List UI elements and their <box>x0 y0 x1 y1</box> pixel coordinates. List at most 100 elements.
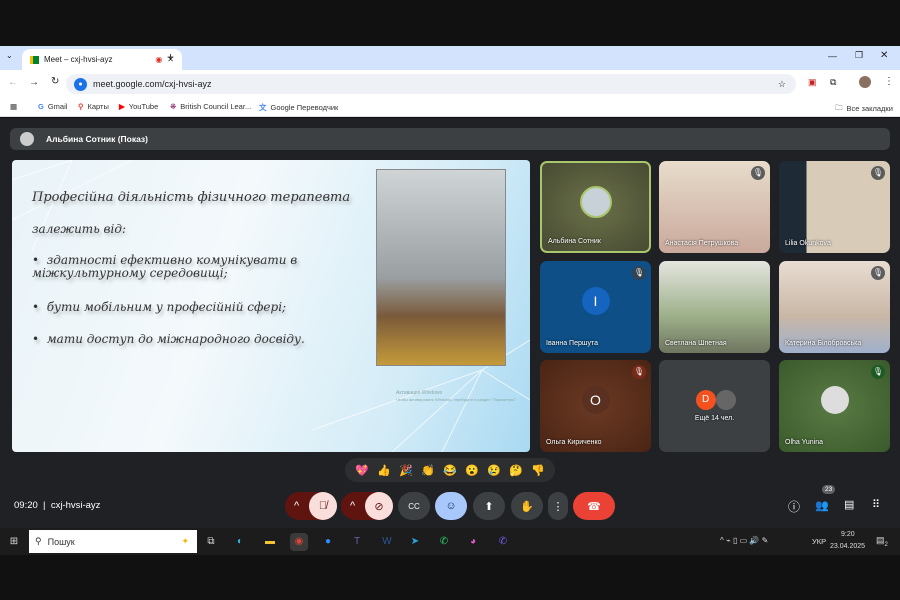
avatar: І <box>581 287 610 316</box>
apps-grid-icon[interactable]: ▦ <box>10 102 17 111</box>
more-participants-tile[interactable]: D Ещё 14 чел. <box>659 360 770 452</box>
extensions-puzzle-icon[interactable]: ⧉ <box>830 77 836 88</box>
reactions-button[interactable]: ☺ <box>435 492 467 520</box>
captions-button[interactable]: CC <box>398 492 430 520</box>
mic-toggle-button[interactable]: 🎙̸ <box>309 492 337 520</box>
mic-off-icon: 🎙 <box>871 365 885 379</box>
bookmark-google-translate[interactable]: 文 Google Переводчик <box>259 102 338 113</box>
reaction-heart[interactable]: 💖 <box>355 464 369 477</box>
avatar <box>820 386 849 415</box>
browser-tab-bar: ⌄ Meet – cxj-hvsi-ayz ◉ ✕ + — ❐ ✕ <box>0 46 900 70</box>
search-icon: ⚲ <box>35 536 42 546</box>
participant-tile[interactable]: 🎙 Анастасія Петрушкова <box>659 161 770 253</box>
participant-tile[interactable]: 🎙 Катерина Білобровська <box>779 261 890 353</box>
whatsapp-icon[interactable]: ✆ <box>435 533 453 551</box>
profile-avatar[interactable] <box>859 76 871 88</box>
bookmark-star-icon[interactable]: ☆ <box>778 79 786 90</box>
url-input[interactable]: ● meet.google.com/cxj-hvsi-ayz ☆ <box>66 74 796 94</box>
meeting-details-icon[interactable]: ⓘ <box>788 498 800 515</box>
participant-name: Альбина Сотник <box>548 238 601 245</box>
participant-name: Olha Yunina <box>785 439 824 446</box>
mic-off-icon: 🎙 <box>751 166 765 180</box>
back-button[interactable]: ← <box>8 77 18 88</box>
presenter-avatar <box>20 132 34 146</box>
new-tab-button[interactable]: + <box>167 50 174 64</box>
start-icon[interactable]: ⊞ <box>5 533 23 551</box>
language-indicator[interactable]: УКР <box>812 537 826 546</box>
minimize-button[interactable]: — <box>828 51 837 61</box>
clock-time[interactable]: 9:20 <box>841 531 855 538</box>
mic-off-icon: 🎙 <box>871 166 885 180</box>
all-bookmarks[interactable]: 🗀 Все закладки <box>835 102 893 115</box>
participant-name: Іванна Першута <box>546 340 599 347</box>
reaction-thinking[interactable]: 🤔 <box>509 464 523 477</box>
site-info-icon[interactable]: ● <box>74 77 87 91</box>
bookmark-maps[interactable]: ⚲ Карты <box>78 102 109 111</box>
browser-tab[interactable]: Meet – cxj-hvsi-ayz ◉ ✕ <box>22 49 182 70</box>
reload-button[interactable]: ↻ <box>51 76 59 87</box>
mic-off-icon: 🎙 <box>632 365 646 379</box>
participant-tile[interactable]: 🎙 Lilia Okunkova <box>779 161 890 253</box>
chrome-menu-icon[interactable]: ⋮ <box>884 76 894 87</box>
tab-title: Meet – cxj-hvsi-ayz <box>44 55 113 64</box>
copilot-sparkle-icon: ✦ <box>181 536 189 546</box>
activities-icon[interactable]: ⠿ <box>872 498 880 511</box>
clock-date[interactable]: 23.04.2025 <box>830 543 865 550</box>
telegram-icon[interactable]: ➤ <box>406 533 424 551</box>
chat-icon[interactable]: ▤ <box>844 498 854 511</box>
slide-bullet: • здатності ефективно комунікувати в між… <box>32 253 298 280</box>
taskbar-search[interactable]: ⚲ Пошук ✦ <box>29 530 197 553</box>
maximize-button[interactable]: ❐ <box>855 50 863 61</box>
word-icon[interactable]: W <box>378 533 396 551</box>
presenter-name: Альбина Сотник (Показ) <box>46 134 148 144</box>
participant-name: Катерина Білобровська <box>785 340 862 347</box>
reaction-thumbs-up[interactable]: 👍 <box>377 464 391 477</box>
system-tray-icons[interactable]: ^ ⌁ ▯ ▭ 🔊 ✎ <box>720 536 768 545</box>
people-icon[interactable]: 👥 <box>815 499 829 512</box>
present-button[interactable]: ⬆ <box>473 492 505 520</box>
reaction-party[interactable]: 🎉 <box>399 464 413 477</box>
reaction-surprised[interactable]: 😮 <box>465 464 479 477</box>
bookmark-gmail[interactable]: G Gmail <box>38 102 67 111</box>
app-icon[interactable]: ◕ <box>464 533 482 551</box>
reaction-laugh[interactable]: 😂 <box>443 464 457 477</box>
participant-tile[interactable]: 🎙 І Іванна Першута <box>540 261 651 353</box>
participant-tile[interactable]: 🎙 Olha Yunina <box>779 360 890 452</box>
zoom-icon[interactable]: ● <box>319 533 337 551</box>
reaction-thumbs-down[interactable]: 👎 <box>531 464 545 477</box>
participant-name: Ещё 14 чел. <box>694 415 735 422</box>
avatar <box>579 185 612 218</box>
viber-icon[interactable]: ✆ <box>494 533 512 551</box>
bookmark-british-council[interactable]: ⁜ British Council Lear... <box>170 102 251 111</box>
url-text: meet.google.com/cxj-hvsi-ayz <box>93 79 212 89</box>
close-window-button[interactable]: ✕ <box>880 50 888 61</box>
windows-watermark-sub: Чтобы активировать Windows, перейдите в … <box>396 397 517 402</box>
edge-icon[interactable]: ◐ <box>231 533 249 551</box>
reaction-sad[interactable]: 😢 <box>487 464 501 477</box>
teams-icon[interactable]: T <box>348 533 366 551</box>
file-explorer-icon[interactable]: ▬ <box>261 533 279 551</box>
extension-icon[interactable]: ▣ <box>808 77 817 88</box>
notifications-icon[interactable]: ▤2 <box>876 535 888 548</box>
raise-hand-button[interactable]: ✋ <box>511 492 543 520</box>
reactions-bar: 💖 👍 🎉 👏 😂 😮 😢 🤔 👎 <box>345 458 555 482</box>
meet-logo-icon <box>30 55 39 64</box>
avatar: D <box>695 390 716 411</box>
participant-tile[interactable]: Альбина Сотник <box>540 161 651 253</box>
end-call-button[interactable]: ☎ <box>573 492 615 520</box>
bookmark-youtube[interactable]: ▶ YouTube <box>119 102 158 111</box>
task-view-icon[interactable]: ⧉ <box>202 533 220 551</box>
more-options-button[interactable]: ⋮ <box>548 492 568 520</box>
participant-name: Lilia Okunkova <box>785 240 831 247</box>
camera-toggle-button[interactable]: ⊘ <box>365 492 393 520</box>
forward-button[interactable]: → <box>29 77 39 88</box>
participant-count-badge: 23 <box>822 485 836 494</box>
participant-name: Анастасія Петрушкова <box>665 240 739 247</box>
chrome-icon[interactable]: ◉ <box>290 533 308 551</box>
reaction-clap[interactable]: 👏 <box>421 464 435 477</box>
slide-bullet: • мати доступ до міжнародного досвіду. <box>32 332 305 346</box>
participant-tile[interactable]: Светлана Шпетная <box>659 261 770 353</box>
address-bar-row: ← → ↻ ● meet.google.com/cxj-hvsi-ayz ☆ ▣… <box>0 70 900 98</box>
tab-search-chevron-icon[interactable]: ⌄ <box>6 51 13 60</box>
participant-tile[interactable]: 🎙 О Ольга Кириченко <box>540 360 651 452</box>
